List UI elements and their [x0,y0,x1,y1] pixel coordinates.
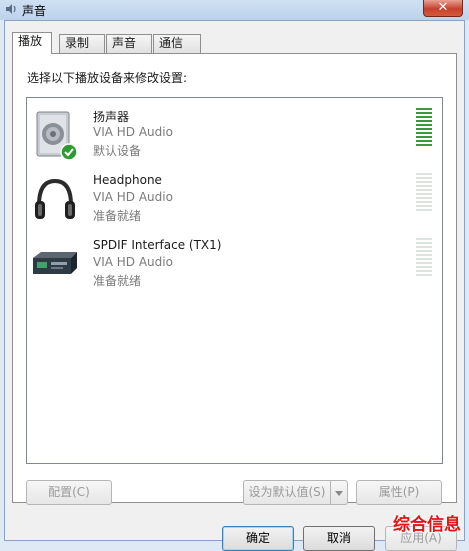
watermark-text: 综合信息 [393,515,461,535]
device-status: 准备就绪 [93,274,142,288]
set-default-button[interactable]: 设为默认值(S) [243,480,331,505]
device-name: SPDIF Interface (TX1) [93,238,222,252]
instruction-label: 选择以下播放设备来修改设置: [27,71,188,85]
device-item-spdif[interactable]: SPDIF Interface (TX1) VIA HD Audio 准备就绪 [27,238,442,298]
device-status: 默认设备 [93,144,142,158]
close-button[interactable]: ✕ [423,0,463,17]
default-check-icon [60,143,78,161]
tab-playback[interactable]: 播放 [12,32,52,54]
device-item-headphone[interactable]: Headphone VIA HD Audio 准备就绪 [27,173,442,233]
device-name: 扬声器 [93,110,130,124]
headphone-icon [35,178,75,219]
device-name: Headphone [93,173,162,187]
speaker-icon [36,111,78,161]
cancel-button[interactable]: 取消 [303,526,375,551]
level-meter [416,173,432,211]
close-icon: ✕ [437,0,449,15]
device-driver: VIA HD Audio [93,255,173,269]
tab-panel: 选择以下播放设备来修改设置: 扬声器 VIA HD Audio 默认设备 Hea… [12,53,457,503]
tab-sounds[interactable]: 声音 [106,34,152,53]
title-bar: 声音 ✕ [0,0,469,20]
device-item-speakers[interactable]: 扬声器 VIA HD Audio 默认设备 [27,108,442,168]
speaker-app-icon [6,4,16,14]
device-driver: VIA HD Audio [93,190,173,204]
level-meter [416,238,432,276]
window-title: 声音 [22,4,47,18]
properties-button[interactable]: 属性(P) [356,480,442,505]
spdif-device-icon [33,252,77,274]
set-default-dropdown-arrow[interactable] [330,480,348,505]
ok-button[interactable]: 确定 [222,526,294,551]
tab-communications[interactable]: 通信 [153,34,201,53]
configure-button[interactable]: 配置(C) [26,480,112,505]
device-driver: VIA HD Audio [93,125,173,139]
sound-dialog: 播放 录制 声音 通信 选择以下播放设备来修改设置: 扬声器 VIA HD Au… [4,20,465,551]
level-meter [416,108,432,146]
tab-recording[interactable]: 录制 [59,34,105,53]
device-status: 准备就绪 [93,209,142,223]
device-list[interactable]: 扬声器 VIA HD Audio 默认设备 Headphone VIA HD A… [26,97,443,464]
